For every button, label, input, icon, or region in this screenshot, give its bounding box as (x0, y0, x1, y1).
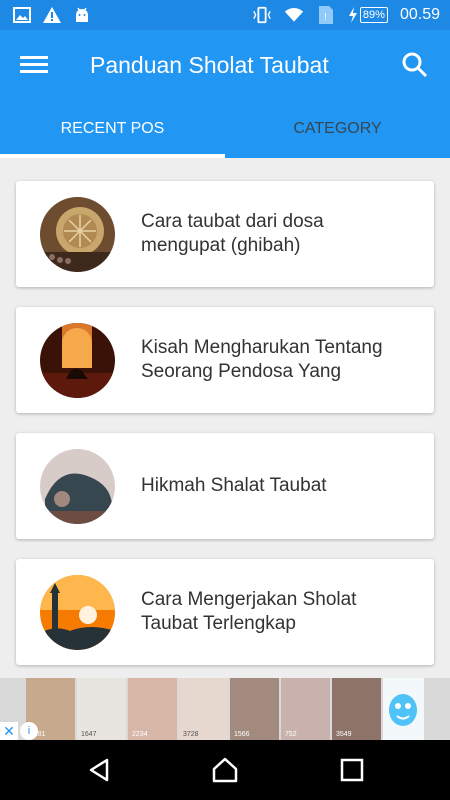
post-thumbnail (40, 323, 115, 398)
post-title: Hikmah Shalat Taubat (141, 475, 327, 496)
vibrate-icon (252, 6, 272, 24)
info-icon[interactable]: i (20, 722, 38, 740)
warning-icon (42, 6, 62, 24)
clock: 00.59 (399, 6, 440, 23)
post-title: Cara taubat dari dosa mengupat (ghibah) (141, 211, 324, 256)
ad-thumbnail: 752 (281, 678, 330, 740)
android-icon (72, 6, 92, 24)
ad-thumbnail: 1566 (230, 678, 279, 740)
system-nav-bar (0, 740, 450, 800)
close-icon[interactable]: ✕ (0, 722, 18, 740)
post-list: Cara taubat dari dosa mengupat (ghibah) … (0, 158, 450, 678)
post-card[interactable]: Cara taubat dari dosa mengupat (ghibah) (16, 181, 434, 287)
wifi-icon (284, 6, 304, 24)
image-icon (12, 6, 32, 24)
post-card[interactable]: Cara Mengerjakan Sholat Taubat Terlengka… (16, 559, 434, 665)
tab-recent-pos[interactable]: RECENT POS (0, 100, 225, 158)
mascot-icon (383, 678, 424, 740)
ad-thumbnail: 1647 (77, 678, 126, 740)
status-bar: ! 89% 00.59 (0, 0, 450, 30)
tab-bar: RECENT POS CATEGORY (0, 100, 450, 158)
post-title: Cara Mengerjakan Sholat Taubat Terlengka… (141, 589, 357, 634)
recents-icon[interactable] (337, 755, 367, 785)
post-thumbnail (40, 449, 115, 524)
post-title: Kisah Mengharukan Tentang Seorang Pendos… (141, 337, 383, 382)
svg-text:!: ! (324, 12, 327, 23)
ad-thumbnail: 3549 (332, 678, 381, 740)
app-bar: Panduan Sholat Taubat (0, 30, 450, 100)
post-card[interactable]: Hikmah Shalat Taubat (16, 433, 434, 539)
post-card[interactable]: Kisah Mengharukan Tentang Seorang Pendos… (16, 307, 434, 413)
home-icon[interactable] (210, 755, 240, 785)
ad-banner[interactable]: 3281 1647 2234 3728 1566 752 3549 ✕ i (0, 678, 450, 740)
post-thumbnail (40, 197, 115, 272)
ad-thumbnail: 3728 (179, 678, 228, 740)
app-title: Panduan Sholat Taubat (90, 52, 329, 78)
tab-category[interactable]: CATEGORY (225, 100, 450, 158)
ad-thumbnail: 2234 (128, 678, 177, 740)
search-icon[interactable] (400, 50, 430, 80)
charging-icon (348, 6, 358, 24)
menu-icon[interactable] (20, 52, 48, 78)
post-thumbnail (40, 575, 115, 650)
back-icon[interactable] (85, 755, 115, 785)
battery-indicator: 89% (359, 7, 388, 23)
sim-icon: ! (316, 6, 336, 24)
